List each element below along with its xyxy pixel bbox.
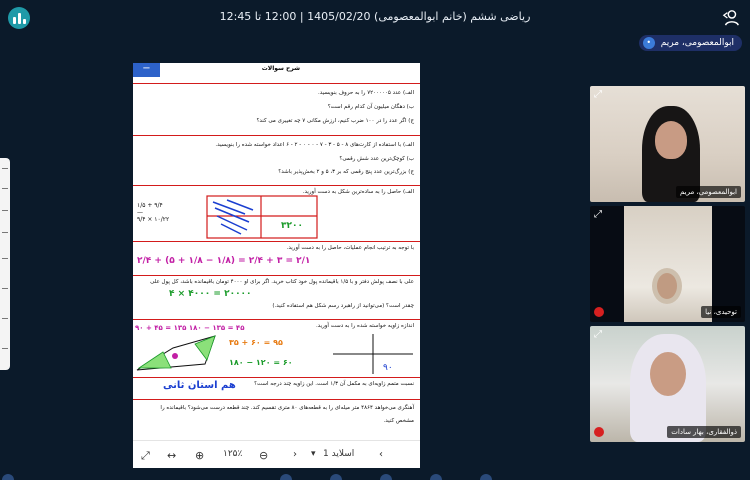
current-user-name: ابوالمعصومی، مریم <box>660 38 734 48</box>
question-line: آهنگری می‌خواهد ۴۸۶۴ متر میله‌ای را به ق… <box>160 405 414 411</box>
mic-off-icon <box>594 427 604 437</box>
zoom-in-icon[interactable]: ⊕ <box>195 449 204 462</box>
current-user-badge[interactable]: • ابوالمعصومی، مریم <box>638 35 742 51</box>
handwritten-angle: ۹۰ + ۴۵ = ۱۳۵ ۱۸۰ − ۱۳۵ = ۴۵ <box>135 324 245 332</box>
fraction-expression: ۱/۵ + ۹/۴—۹/۴ × ۱۰/۲۲ <box>137 202 170 223</box>
session-title: ریاضی ششم (خانم ابوالمعصومی) 1405/02/20 … <box>219 10 531 23</box>
zoom-level: ۱۲۵٪ <box>223 449 243 459</box>
video-tile-student-1[interactable]: ⤢ توحیدی، نیا <box>590 206 745 322</box>
participant-name: ذوالفقاری، بهار سادات <box>667 426 741 438</box>
participant-name: توحیدی، نیا <box>701 306 741 318</box>
user-switch-icon[interactable] <box>722 9 740 27</box>
question-line: الف) عدد ۷۲۰۰۰۰۰۵ را به حروف بنویسید. <box>317 90 414 96</box>
handwritten-calculation: ۲/۴ + (۵ + ۱/۸ − ۱/۸) = ۲/۴ + ۳ = ۲/۱ <box>137 256 311 266</box>
question-line: مشخص کنید. <box>383 418 414 424</box>
zoom-out-icon[interactable]: ⊖ <box>259 449 268 462</box>
fit-width-icon[interactable]: ↔ <box>167 449 176 462</box>
participant-face <box>652 268 682 304</box>
box-result: ۳۲۰۰ <box>281 221 303 231</box>
handwritten-angle-mid: ۳۵ + ۶۰ = ۹۵ <box>229 338 283 347</box>
dock-icon[interactable] <box>380 474 392 480</box>
question-line: چقدر است؟ (می‌توانید از راهبرد رسم شکل ه… <box>272 303 414 309</box>
slide-label[interactable]: اسلاید 1 <box>323 449 354 459</box>
video-tile-teacher[interactable]: ⤢ ابوالمعصومی، مریم <box>590 86 745 202</box>
dock-icon[interactable] <box>330 474 342 480</box>
question-line: ب) کوچک‌ترین عدد شش رقمی؟ <box>339 156 414 162</box>
question-block: الف) با استفاده از کارت‌های ۸ - ۵ - ۳ - … <box>133 135 420 185</box>
handwritten-money: ۴ × ۴۰۰۰ = ۲۰۰۰۰ <box>169 289 252 299</box>
participant-face <box>655 121 687 159</box>
handwritten-note: هم استان ثانی <box>163 380 236 391</box>
document-page: الف) عدد ۷۲۰۰۰۰۰۵ را به حروف بنویسید. ب)… <box>133 77 420 440</box>
handwritten-angle-2: ۱۸۰ − ۱۲۰ = ۶۰ <box>229 358 293 367</box>
participant-name: ابوالمعصومی، مریم <box>676 186 741 198</box>
question-line: ج) بزرگ‌ترین عدد پنج رقمی که بر ۳، ۵ و ۲… <box>278 169 414 175</box>
dock-icon[interactable] <box>430 474 442 480</box>
question-block: الف) حاصل را به ساده‌ترین شکل به دست آور… <box>133 185 420 241</box>
participant-video <box>624 206 712 322</box>
dock-icon[interactable] <box>2 474 14 480</box>
viewer-controls: ⤢ ↔ ⊕ ۱۲۵٪ ⊖ › ▾ اسلاید 1 ‹ <box>133 440 420 468</box>
question-block: علی با نصف پولش دفتر و با ۱/۵ باقیمانده … <box>133 275 420 319</box>
minimize-button[interactable]: − <box>133 63 160 77</box>
mic-off-icon <box>594 307 604 317</box>
slide-dropdown-icon[interactable]: ▾ <box>311 449 316 459</box>
prev-page-icon[interactable]: ‹ <box>379 449 383 460</box>
document-viewer[interactable]: − شرح سوالات الف) عدد ۷۲۰۰۰۰۰۵ را به حرو… <box>133 63 420 468</box>
triangle-drawing <box>136 335 216 371</box>
fullscreen-icon[interactable]: ⤢ <box>141 449 150 463</box>
user-status-icon: • <box>642 37 655 49</box>
question-line: ج) اگر عدد را در ۱۰۰ ضرب کنیم، ارزش مکان… <box>256 118 414 124</box>
question-block: با توجه به ترتیب انجام عملیات، حاصل را ب… <box>133 241 420 275</box>
question-block: نسبت متمم زاویه‌ای به مکمل آن ۱/۳ است. ا… <box>133 377 420 399</box>
fraction-box-drawing <box>206 195 318 239</box>
question-line: نسبت متمم زاویه‌ای به مکمل آن ۱/۳ است. ا… <box>254 381 414 387</box>
expand-icon[interactable]: ⤢ <box>594 209 602 220</box>
expand-icon[interactable]: ⤢ <box>594 89 602 100</box>
next-page-icon[interactable]: › <box>293 449 297 460</box>
question-block: الف) عدد ۷۲۰۰۰۰۰۵ را به حروف بنویسید. ب)… <box>133 83 420 135</box>
side-toolbar[interactable] <box>0 158 10 370</box>
svg-text:۹۰: ۹۰ <box>383 363 393 373</box>
question-block: آهنگری می‌خواهد ۴۸۶۴ متر میله‌ای را به ق… <box>133 399 420 439</box>
dock-icon[interactable] <box>280 474 292 480</box>
question-line: الف) با استفاده از کارت‌های ۸ - ۵ - ۳ - … <box>215 142 414 148</box>
question-line: با توجه به ترتیب انجام عملیات، حاصل را ب… <box>286 245 414 251</box>
question-line: علی با نصف پولش دفتر و با ۱/۵ باقیمانده … <box>150 279 414 285</box>
expand-icon[interactable]: ⤢ <box>594 329 602 340</box>
question-line: ب) دهگان میلیون آن کدام رقم است؟ <box>327 104 414 110</box>
participant-face <box>650 352 686 396</box>
viewer-header: − شرح سوالات <box>133 63 420 77</box>
video-tile-student-2[interactable]: ⤢ ذوالفقاری، بهار سادات <box>590 326 745 442</box>
dock-icon[interactable] <box>480 474 492 480</box>
question-line: اندازه زاویه خواسته شده را به دست آورید. <box>315 323 414 329</box>
top-bar: ریاضی ششم (خانم ابوالمعصومی) 1405/02/20 … <box>0 0 750 36</box>
question-block: اندازه زاویه خواسته شده را به دست آورید.… <box>133 319 420 377</box>
division-grid: ۹۰ <box>333 334 413 374</box>
document-title: شرح سوالات <box>261 65 300 72</box>
